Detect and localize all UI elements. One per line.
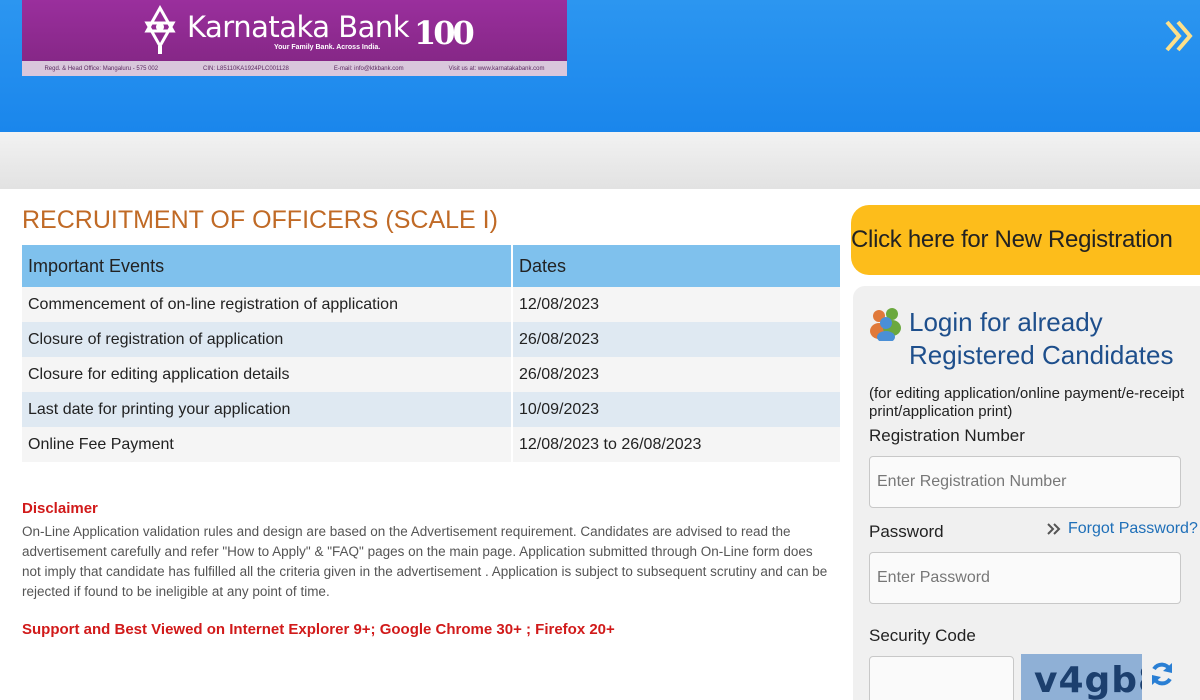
forgot-password-label: Forgot Password? [1068,520,1198,537]
date-cell: 26/08/2023 [511,357,840,392]
table-row: Closure of registration of application 2… [22,322,840,357]
refresh-captcha-icon[interactable] [1148,660,1176,688]
date-cell: 12/08/2023 to 26/08/2023 [511,427,840,462]
security-code-input[interactable] [869,656,1014,700]
browser-support-note: Support and Best Viewed on Internet Expl… [22,621,615,638]
table-row: Last date for printing your application … [22,392,840,427]
event-cell: Last date for printing your application [22,392,512,427]
bank-logo-icon [144,4,176,54]
event-cell: Closure for editing application details [22,357,512,392]
login-subtitle: (for editing application/online payment/… [869,385,1185,420]
bank-banner: Karnataka Bank Your Family Bank. Across … [22,0,567,76]
header-important-events: Important Events [22,245,512,287]
login-title-line1: Login for already [909,307,1103,337]
captcha-image: v4gb8 [1021,654,1142,700]
centenary-logo: 100 [414,14,475,52]
banner-cin: CIN: L85110KA1924PLC001128 [203,65,289,72]
login-title: Login for already Registered Candidates [909,306,1179,372]
banner-email: E-mail: info@ktkbank.com [333,65,404,72]
password-input[interactable] [869,552,1181,604]
banner-main: Karnataka Bank Your Family Bank. Across … [22,0,567,61]
security-code-label: Security Code [869,626,976,645]
table-row: Closure for editing application details … [22,357,840,392]
table-row: Online Fee Payment 12/08/2023 to 26/08/2… [22,427,840,462]
registration-number-input[interactable] [869,456,1181,508]
event-cell: Online Fee Payment [22,427,512,462]
bank-name: Karnataka Bank [187,10,410,44]
users-icon [870,308,901,341]
events-table: Important Events Dates Commencement of o… [22,245,840,462]
event-cell: Commencement of on-line registration of … [22,287,512,322]
registration-number-label: Registration Number [869,426,1025,445]
disclaimer-text: On-Line Application validation rules and… [22,524,828,599]
new-registration-button[interactable]: Click here for New Registration [851,205,1200,275]
double-chevron-right-icon [1047,523,1061,535]
date-cell: 10/09/2023 [511,392,840,427]
page-title: RECRUITMENT OF OFFICERS (SCALE I) [22,206,498,234]
banner-footer: Regd. & Head Office: Mangaluru - 575 002… [22,61,567,76]
disclaimer-title: Disclaimer [22,500,98,517]
banner-address: Regd. & Head Office: Mangaluru - 575 002 [44,65,159,72]
login-title-line2: Registered Candidates [909,340,1174,370]
nav-bar [0,132,1200,189]
table-row: Commencement of on-line registration of … [22,287,840,322]
password-label: Password [869,522,944,541]
table-header-row: Important Events Dates [22,245,840,287]
new-registration-label: Click here for New Registration [851,226,1173,253]
header-dates: Dates [511,245,840,287]
date-cell: 12/08/2023 [511,287,840,322]
banner-website: Visit us at: www.karnatakabank.com [448,65,545,72]
bank-tagline: Your Family Bank. Across India. [274,44,381,51]
date-cell: 26/08/2023 [511,322,840,357]
forgot-password-link[interactable]: Forgot Password? [1046,520,1198,538]
event-cell: Closure of registration of application [22,322,512,357]
captcha-text: v4gb8 [1034,660,1142,700]
double-chevron-right-icon [1165,20,1193,52]
